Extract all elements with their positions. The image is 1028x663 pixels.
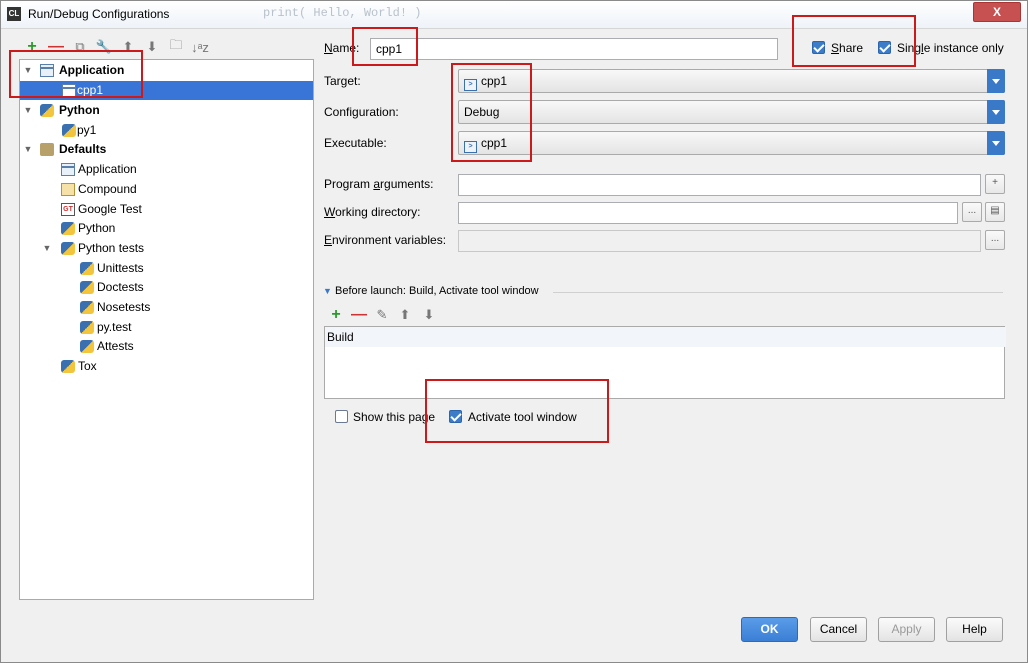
configuration-tree[interactable]: ▼ Application cpp1 ▼ Python py1 ▼ Defaul… <box>19 59 314 600</box>
tree-label: Attests <box>97 339 134 353</box>
tree-node-tox[interactable]: Tox <box>20 357 313 376</box>
show-this-page-checkbox[interactable] <box>335 410 348 423</box>
program-arguments-input[interactable] <box>458 174 981 196</box>
program-arguments-label: Program arguments: <box>324 177 434 191</box>
window-title: Run/Debug Configurations <box>28 7 170 21</box>
working-directory-label: Working directory: <box>324 205 421 219</box>
show-this-page-label[interactable]: Show this page <box>353 410 435 424</box>
move-up-icon[interactable]: ⬆ <box>396 306 414 324</box>
tree-node-nosetests[interactable]: Nosetests <box>20 298 313 317</box>
target-select[interactable]: > cpp1 <box>458 69 1005 93</box>
move-down-icon[interactable]: ⬇ <box>420 306 438 324</box>
tree-node-python[interactable]: ▼ Python <box>20 101 313 120</box>
move-down-icon[interactable]: ⬇ <box>143 38 161 56</box>
tree-node-pytest[interactable]: py.test <box>20 318 313 337</box>
edit-environment-button[interactable]: ... <box>985 230 1005 250</box>
tree-label: Application <box>78 162 137 176</box>
clipboard-icon[interactable]: ▤ <box>985 202 1005 222</box>
edit-icon[interactable]: ✎ <box>373 306 391 324</box>
environment-variables-label: Environment variables: <box>324 233 447 247</box>
sort-icon[interactable]: ↓ᵃz <box>191 38 209 56</box>
target-label: Target: <box>324 74 361 88</box>
tree-node-defaults[interactable]: ▼ Defaults <box>20 140 313 159</box>
google-test-icon: GT <box>61 203 75 216</box>
tree-node-compound[interactable]: Compound <box>20 180 313 199</box>
working-directory-input[interactable] <box>458 202 958 224</box>
browse-directory-button[interactable]: ... <box>962 202 982 222</box>
tree-label: Unittests <box>97 261 144 275</box>
tree-node-google-test[interactable]: GT Google Test <box>20 200 313 219</box>
annotation-box-target <box>451 63 532 162</box>
before-launch-title[interactable]: Before launch: Build, Activate tool wind… <box>335 285 539 297</box>
executable-select[interactable]: > cpp1 <box>458 131 1005 155</box>
help-button[interactable]: Help <box>946 617 1003 642</box>
python-icon <box>40 104 54 117</box>
ok-button[interactable]: OK <box>741 617 798 642</box>
name-input[interactable]: cpp1 <box>370 38 778 60</box>
tree-node-py1[interactable]: py1 <box>20 121 313 140</box>
python-test-icon <box>80 340 94 353</box>
expand-arrow-icon[interactable]: ▼ <box>23 140 33 159</box>
tree-node-python-tests[interactable]: ▼ Python tests <box>20 239 313 258</box>
section-divider <box>553 292 1003 293</box>
remove-icon[interactable]: — <box>350 306 368 324</box>
chevron-down-icon[interactable] <box>987 69 1005 93</box>
python-test-icon <box>80 262 94 275</box>
tree-label: py.test <box>97 320 132 334</box>
tree-label: py1 <box>77 123 97 137</box>
python-icon <box>61 222 75 235</box>
tree-label: Google Test <box>78 202 142 216</box>
tree-label: Python tests <box>78 241 145 255</box>
tree-label: Doctests <box>97 280 144 294</box>
python-test-icon <box>80 281 94 294</box>
annotation-box-application <box>9 50 143 98</box>
tree-node-default-python[interactable]: Python <box>20 219 313 238</box>
python-icon <box>62 124 76 137</box>
tree-node-unittests[interactable]: Unittests <box>20 259 313 278</box>
configuration-label: Configuration: <box>324 105 399 119</box>
tree-label: Python <box>78 221 116 235</box>
python-test-icon <box>80 301 94 314</box>
defaults-wrench-icon <box>40 143 54 156</box>
tree-label: Compound <box>78 182 137 196</box>
collapse-arrow-icon[interactable]: ▼ <box>323 286 332 296</box>
apply-button[interactable]: Apply <box>878 617 935 642</box>
folder-icon[interactable]: 🗀 <box>167 37 185 56</box>
tree-label: Defaults <box>59 142 107 156</box>
compound-icon <box>61 183 75 196</box>
tree-label: Tox <box>78 359 97 373</box>
list-item[interactable]: Build <box>325 327 1006 347</box>
executable-label: Executable: <box>324 136 387 150</box>
tox-icon <box>61 360 75 373</box>
insert-macro-button[interactable]: + <box>985 174 1005 194</box>
expand-arrow-icon[interactable]: ▼ <box>23 101 33 120</box>
add-icon[interactable]: + <box>327 306 345 324</box>
tree-label: Nosetests <box>97 300 151 314</box>
close-button[interactable]: X <box>973 2 1021 22</box>
python-test-icon <box>80 321 94 334</box>
python-tests-icon <box>61 242 75 255</box>
annotation-box-name <box>352 27 418 66</box>
environment-variables-input[interactable] <box>458 230 981 252</box>
cancel-button[interactable]: Cancel <box>810 617 867 642</box>
background-code-text: print( Hello, World! ) <box>263 6 422 20</box>
tree-node-default-application[interactable]: Application <box>20 160 313 179</box>
application-icon <box>61 163 75 176</box>
expand-arrow-icon[interactable]: ▼ <box>42 239 52 258</box>
annotation-box-activate <box>425 379 609 443</box>
annotation-box-share <box>792 15 916 67</box>
tree-node-attests[interactable]: Attests <box>20 337 313 356</box>
chevron-down-icon[interactable] <box>987 100 1005 124</box>
chevron-down-icon[interactable] <box>987 131 1005 155</box>
configuration-select[interactable]: Debug <box>458 100 1005 124</box>
tree-label: Python <box>59 103 100 117</box>
clion-app-icon: CL <box>7 7 21 21</box>
tree-node-doctests[interactable]: Doctests <box>20 278 313 297</box>
